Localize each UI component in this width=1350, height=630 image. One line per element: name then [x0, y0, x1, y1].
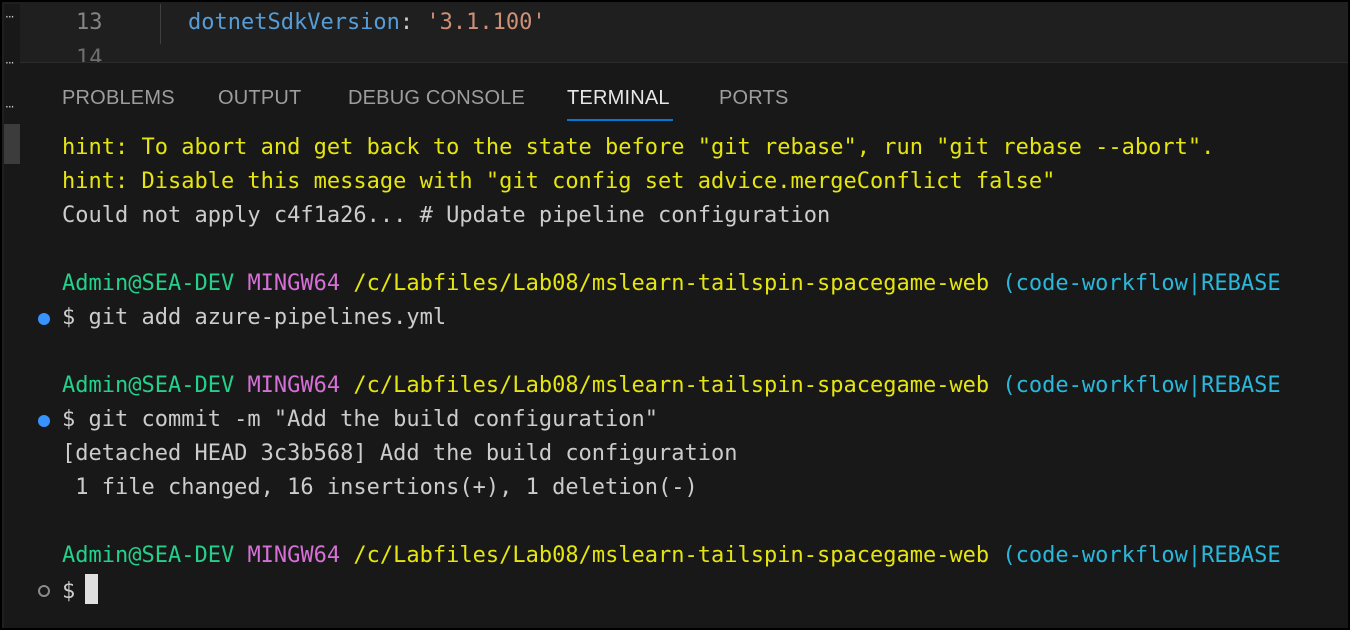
yaml-string-value: '3.1.100' — [426, 10, 546, 35]
terminal-output[interactable]: hint: To abort and get back to the state… — [20, 131, 1348, 628]
activity-strip: ··· ··· ··· — [4, 4, 20, 628]
prompt-shell: MINGW64 — [247, 271, 341, 296]
yaml-key: dotnetSdkVersion — [188, 10, 400, 35]
more-icon[interactable]: ··· — [5, 11, 15, 23]
line-number: 14 — [76, 46, 103, 62]
terminal-command: $ git add azure-pipelines.yml — [62, 305, 447, 330]
terminal-output-line: 1 file changed, 16 insertions(+), 1 dele… — [62, 475, 698, 500]
terminal-output-line: [detached HEAD 3c3b568] Add the build co… — [62, 441, 738, 466]
command-pending-icon[interactable] — [38, 585, 50, 597]
tab-output[interactable]: OUTPUT — [218, 87, 301, 110]
prompt-user-host: Admin@SEA-DEV — [62, 373, 235, 398]
prompt-user-host: Admin@SEA-DEV — [62, 271, 235, 296]
prompt-shell: MINGW64 — [247, 543, 341, 568]
terminal-hint-line: hint: Disable this message with "git con… — [62, 169, 1056, 194]
app-window: ··· ··· ··· 13 14 dotnetSdkVersion: '3.1… — [0, 0, 1350, 630]
terminal-hint-line: hint: To abort and get back to the state… — [62, 135, 1215, 160]
prompt-user-host: Admin@SEA-DEV — [62, 543, 235, 568]
tab-problems[interactable]: PROBLEMS — [62, 87, 175, 110]
terminal-prompt: Admin@SEA-DEV MINGW64 /c/Labfiles/Lab08/… — [62, 271, 1281, 296]
prompt-path: /c/Labfiles/Lab08/mslearn-tailspin-space… — [353, 271, 990, 296]
prompt-symbol: $ — [62, 579, 76, 604]
line-number: 13 — [76, 10, 103, 35]
tab-terminal[interactable]: TERMINAL — [567, 87, 670, 110]
terminal-input-line[interactable]: $ — [62, 574, 99, 607]
more-icon[interactable]: ··· — [5, 101, 15, 113]
code-line[interactable]: dotnetSdkVersion: '3.1.100' — [188, 10, 546, 35]
command-success-icon[interactable] — [38, 313, 50, 325]
panel-tabs: PROBLEMS OUTPUT DEBUG CONSOLE TERMINAL P… — [20, 63, 1348, 123]
prompt-shell: MINGW64 — [247, 373, 341, 398]
yaml-colon: : — [399, 10, 427, 35]
code-editor[interactable]: 13 14 dotnetSdkVersion: '3.1.100' — [20, 4, 1348, 62]
terminal-prompt: Admin@SEA-DEV MINGW64 /c/Labfiles/Lab08/… — [62, 543, 1281, 568]
prompt-branch: (code-workflow|REBASE — [1002, 373, 1281, 398]
active-tab-indicator — [567, 119, 673, 121]
more-icon[interactable]: ··· — [5, 57, 15, 69]
terminal-error-line: Could not apply c4f1a26... # Update pipe… — [62, 203, 831, 228]
tab-ports[interactable]: PORTS — [719, 87, 789, 110]
terminal-command: $ git commit -m "Add the build configura… — [62, 407, 659, 432]
command-success-icon[interactable] — [38, 415, 50, 427]
tab-debug-console[interactable]: DEBUG CONSOLE — [348, 87, 525, 110]
indent-guide — [160, 4, 161, 44]
prompt-branch: (code-workflow|REBASE — [1002, 271, 1281, 296]
terminal-prompt: Admin@SEA-DEV MINGW64 /c/Labfiles/Lab08/… — [62, 373, 1281, 398]
prompt-path: /c/Labfiles/Lab08/mslearn-tailspin-space… — [353, 543, 990, 568]
terminal-cursor — [85, 574, 99, 604]
bottom-panel: PROBLEMS OUTPUT DEBUG CONSOLE TERMINAL P… — [20, 62, 1348, 628]
active-indicator — [4, 124, 20, 164]
prompt-path: /c/Labfiles/Lab08/mslearn-tailspin-space… — [353, 373, 990, 398]
prompt-branch: (code-workflow|REBASE — [1002, 543, 1281, 568]
